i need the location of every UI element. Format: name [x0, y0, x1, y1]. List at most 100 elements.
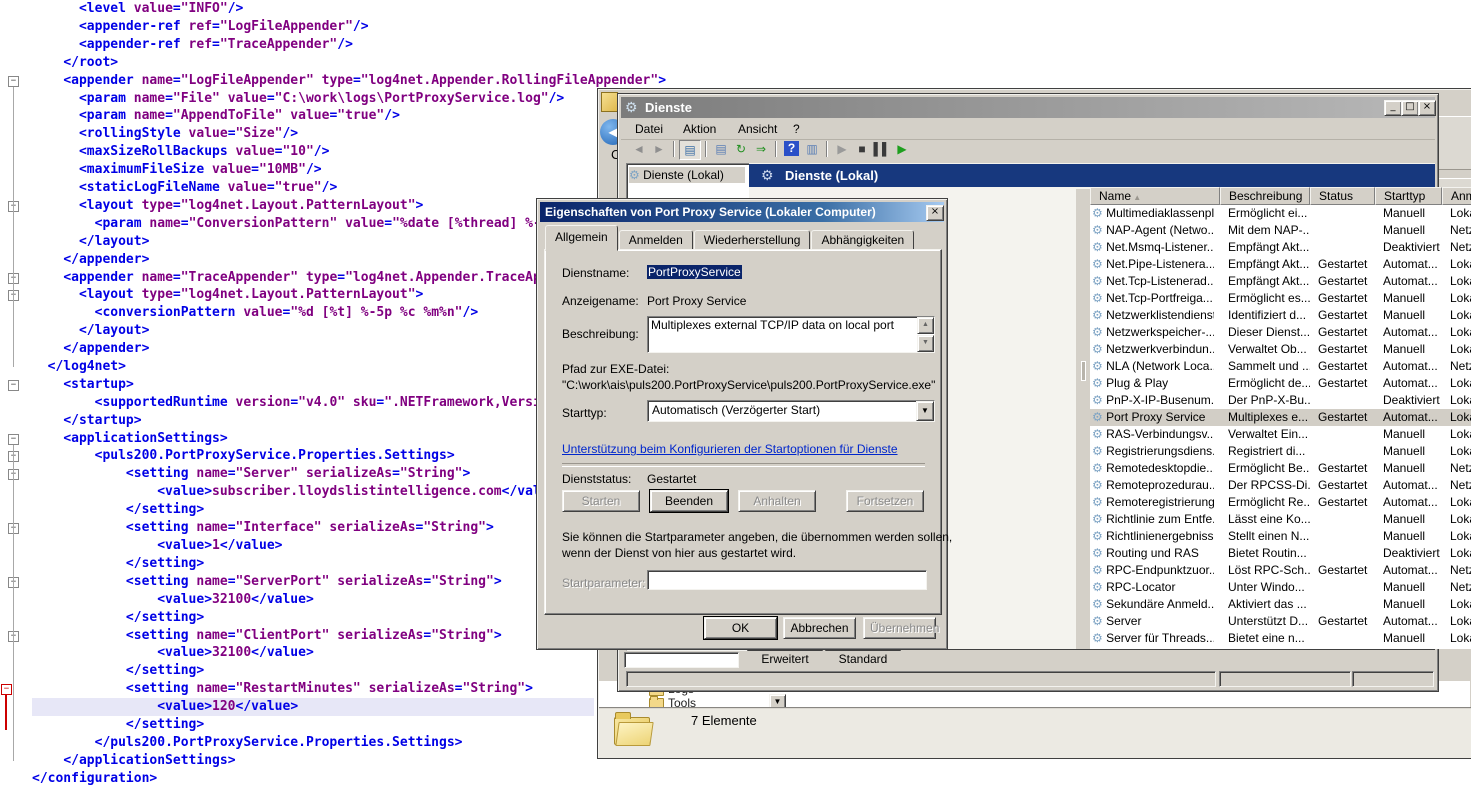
code-line[interactable]: <value>32100</value>	[32, 591, 314, 609]
code-line[interactable]: <setting name="Server" serializeAs="Stri…	[32, 465, 470, 483]
code-line[interactable]: </applicationSettings>	[32, 752, 236, 770]
service-row[interactable]: ⚙ Remoteprozedurau...Der RPCSS-Di...Gest…	[1090, 477, 1471, 494]
code-line[interactable]: <setting name="RestartMinutes" serialize…	[32, 680, 533, 698]
service-row[interactable]: ⚙ Richtlinie zum Entfe...Lässt eine Ko..…	[1090, 511, 1471, 528]
code-line[interactable]: </log4net>	[32, 358, 126, 376]
pane-splitter-column[interactable]	[1076, 189, 1090, 649]
service-row[interactable]: ⚙ Plug & PlayErmöglicht de...GestartetAu…	[1090, 375, 1471, 392]
service-row[interactable]: ⚙ RPC-LocatorUnter Windo...ManuellNetzwe…	[1090, 579, 1471, 596]
code-line[interactable]: </setting>	[32, 555, 204, 573]
console-tree-icon[interactable]: ▤	[679, 140, 701, 160]
startup-options-help-link[interactable]: Unterstützung beim Konfigurieren der Sta…	[562, 442, 898, 456]
service-row[interactable]: ⚙ Registrierungsdiens...Registriert di..…	[1090, 443, 1471, 460]
menu-aktion[interactable]: Aktion	[683, 119, 716, 139]
service-row[interactable]: ⚙ NLA (Network Loca...Sammelt und ...Ges…	[1090, 358, 1471, 375]
service-row[interactable]: ⚙ Multimediaklassenpl...Ermöglicht ei...…	[1090, 205, 1471, 222]
description-scroll-up[interactable]: ▲	[917, 317, 934, 334]
code-line[interactable]: </layout>	[32, 322, 149, 340]
export-list-icon[interactable]: ⇒	[751, 140, 771, 158]
tree-item-dienste-lokal[interactable]: ⚙ Dienste (Lokal)	[629, 167, 745, 183]
code-line[interactable]: <value>subscriber.lloydslistintelligence…	[32, 483, 549, 501]
code-line[interactable]: <supportedRuntime version="v4.0" sku=".N…	[32, 394, 549, 412]
code-line[interactable]: <appender name="LogFileAppender" type="l…	[32, 72, 666, 90]
menu-help[interactable]: ?	[793, 119, 800, 139]
service-row[interactable]: ⚙ NetzwerklistendienstIdentifiziert d...…	[1090, 307, 1471, 324]
code-line[interactable]: <appender name="TraceAppender" type="log…	[32, 269, 549, 287]
code-line[interactable]: <level value="INFO"/>	[32, 0, 243, 18]
code-line[interactable]: </puls200.PortProxyService.Properties.Se…	[32, 734, 462, 752]
code-line[interactable]: <value>32100</value>	[32, 644, 314, 662]
code-line[interactable]: <layout type="log4net.Layout.PatternLayo…	[32, 286, 423, 304]
code-line[interactable]: <conversionPattern value="%d [%t] %-5p %…	[32, 304, 478, 322]
service-row[interactable]: ⚙ Net.Tcp-Portfreiga...Ermöglicht es...G…	[1090, 290, 1471, 307]
minimize-button[interactable]: _	[1384, 100, 1402, 116]
pause-service-icon[interactable]: ▌▌	[872, 140, 892, 158]
column-header-beschreibung[interactable]: Beschreibung	[1220, 187, 1310, 205]
service-name-value[interactable]: PortProxyService	[647, 265, 742, 279]
code-line[interactable]: <staticLogFileName value="true"/>	[32, 179, 337, 197]
fold-collapse-icon[interactable]: −	[8, 380, 19, 391]
beenden-button[interactable]: Beenden	[650, 490, 728, 512]
code-line[interactable]: <value>1</value>	[32, 537, 282, 555]
code-line[interactable]: <layout type="log4net.Layout.PatternLayo…	[32, 197, 423, 215]
column-header-anmelden-als[interactable]: Anmelden als	[1442, 187, 1471, 205]
fold-collapse-icon-red[interactable]: −	[1, 684, 12, 695]
display-name-value[interactable]: Port Proxy Service	[647, 294, 746, 308]
code-line[interactable]: <setting name="Interface" serializeAs="S…	[32, 519, 494, 537]
code-line[interactable]: <applicationSettings>	[32, 430, 228, 448]
code-line[interactable]: </appender>	[32, 251, 149, 269]
code-line[interactable]: <param name="AppendToFile" value="true"/…	[32, 107, 400, 125]
description-textarea[interactable]: Multiplexes external TCP/IP data on loca…	[647, 316, 935, 353]
properties-icon[interactable]: ▤	[711, 140, 731, 158]
code-line[interactable]: </configuration>	[32, 770, 157, 787]
service-row[interactable]: ⚙ RAS-Verbindungsv...Verwaltet Ein...Man…	[1090, 426, 1471, 443]
dialog-tab-allgemein[interactable]: Allgemein	[545, 225, 618, 251]
service-row[interactable]: ⚙ RPC-Endpunktzuor...Löst RPC-Sch...Gest…	[1090, 562, 1471, 579]
code-line[interactable]: <param name="ConversionPattern" value="%…	[32, 215, 549, 233]
ok-button[interactable]: OK	[704, 617, 777, 639]
service-row[interactable]: ⚙ Netzwerkverbindun...Verwaltet Ob...Ges…	[1090, 341, 1471, 358]
code-line[interactable]: </layout>	[32, 233, 149, 251]
code-line[interactable]: <value>120</value>	[32, 698, 594, 716]
code-line[interactable]: <maximumFileSize value="10MB"/>	[32, 161, 322, 179]
dialog-close-icon[interactable]: ×	[926, 205, 944, 221]
abbrechen-button[interactable]: Abbrechen	[783, 617, 856, 639]
show-hide-icon[interactable]: ▥	[802, 140, 822, 158]
column-header-starttyp[interactable]: Starttyp	[1375, 187, 1442, 205]
code-line[interactable]: <appender-ref ref="LogFileAppender"/>	[32, 18, 369, 36]
help-icon[interactable]: ?	[784, 141, 799, 156]
service-row[interactable]: ⚙ PnP-X-IP-Busenum...Der PnP-X-Bu...Deak…	[1090, 392, 1471, 409]
service-row[interactable]: ⚙ RemoteregistrierungErmöglicht Re...Ges…	[1090, 494, 1471, 511]
column-header-name[interactable]: Name ▲	[1090, 187, 1220, 205]
service-row[interactable]: ⚙ Sekundäre Anmeld...Aktiviert das ...Ma…	[1090, 596, 1471, 613]
restart-service-icon[interactable]: ▶	[892, 140, 912, 158]
tab-standard[interactable]: Standard	[825, 650, 901, 668]
forward-icon[interactable]: ►	[649, 140, 669, 158]
code-line[interactable]: <rollingStyle value="Size"/>	[32, 125, 298, 143]
combobox-dropdown-icon[interactable]: ▼	[916, 401, 934, 421]
menu-ansicht[interactable]: Ansicht	[738, 119, 777, 139]
refresh-icon[interactable]: ↻	[731, 140, 751, 158]
start-service-icon[interactable]: ▶	[832, 140, 852, 158]
code-line[interactable]: </startup>	[32, 412, 142, 430]
tab-erweitert[interactable]: Erweitert	[747, 650, 823, 668]
service-row[interactable]: ⚙ Netzwerkspeicher-...Dieser Dienst...Ge…	[1090, 324, 1471, 341]
maximize-button[interactable]: □	[1401, 100, 1419, 116]
fold-collapse-icon[interactable]: −	[8, 434, 19, 445]
code-line[interactable]: <maxSizeRollBackups value="10"/>	[32, 143, 329, 161]
service-row[interactable]: ⚙ Net.Pipe-Listenera...Empfängt Akt...Ge…	[1090, 256, 1471, 273]
start-params-input[interactable]	[647, 570, 927, 590]
code-line[interactable]: <param name="File" value="C:\work\logs\P…	[32, 90, 564, 108]
service-row[interactable]: ⚙ Richtlinienergebniss...Stellt einen N.…	[1090, 528, 1471, 545]
menu-datei[interactable]: Datei	[635, 119, 663, 139]
description-scroll-down[interactable]: ▼	[917, 335, 934, 352]
code-line[interactable]: <appender-ref ref="TraceAppender"/>	[32, 36, 353, 54]
column-header-status[interactable]: Status	[1310, 187, 1375, 205]
code-line[interactable]: </setting>	[32, 662, 204, 680]
code-line[interactable]: <setting name="ClientPort" serializeAs="…	[32, 627, 502, 645]
service-row[interactable]: ⚙ Net.Tcp-Listenerad...Empfängt Akt...Ge…	[1090, 273, 1471, 290]
code-line[interactable]: </setting>	[32, 501, 204, 519]
stop-service-icon[interactable]: ■	[852, 140, 872, 158]
mmc-title-bar[interactable]: ⚙ Dienste _ □ ×	[621, 97, 1435, 118]
service-row[interactable]: ⚙ Net.Msmq-Listener...Empfängt Akt...Dea…	[1090, 239, 1471, 256]
